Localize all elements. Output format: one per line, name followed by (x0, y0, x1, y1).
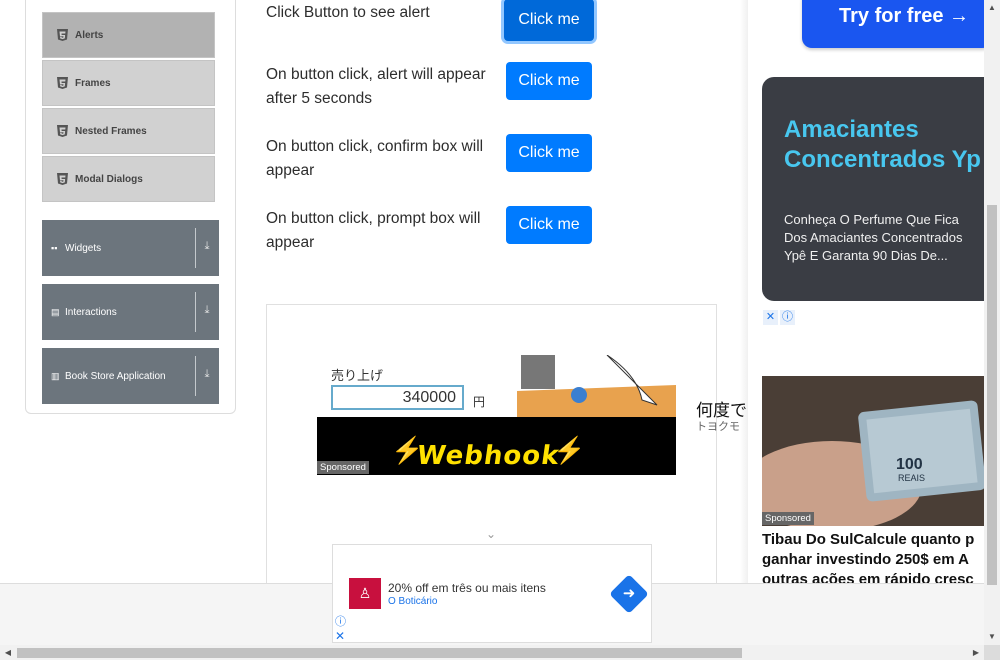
sidebar-item-nested-frames[interactable]: Nested Frames (42, 108, 215, 154)
sidebar-item-label: Modal Dialogs (75, 173, 143, 185)
html5-icon (57, 173, 68, 185)
close-icon[interactable]: ✕ (335, 629, 345, 643)
arrow-right-icon: ➜ (622, 585, 636, 602)
sidebar-item-alerts[interactable]: Alerts (42, 12, 215, 58)
timer-alert-button[interactable]: Click me (506, 62, 592, 100)
divider (195, 356, 196, 396)
ad-title-line: Concentrados Yp (784, 146, 981, 173)
sidebar-item-label: Frames (75, 77, 111, 89)
close-icon[interactable]: ✕ (763, 310, 778, 325)
try-for-free-button[interactable]: Try for free → (802, 0, 992, 48)
html5-icon (57, 29, 68, 41)
ad-column-shadow (740, 0, 748, 585)
webhook-ad-banner[interactable]: 売り上げ 340000 円 ⚡ Webhook ⚡ Sponsored (317, 355, 676, 475)
sponsored-tag: Sponsored (762, 512, 814, 525)
ad-title-line: Amaciantes (784, 116, 919, 143)
sidebar-group-interactions[interactable]: ▤ Interactions ⤓ (42, 284, 219, 340)
prompt-button[interactable]: Click me (506, 206, 592, 244)
sidebar-group-widgets[interactable]: ▪▪ Widgets ⤓ (42, 220, 219, 276)
ad-choices[interactable]: ✕ ⓘ (763, 310, 795, 325)
boticario-ad[interactable]: ♙ 20% off em três ou mais itens O Boticá… (332, 544, 652, 643)
prompt-label: On button click, prompt box will appear (266, 210, 481, 251)
scroll-left-icon[interactable]: ◀ (0, 645, 16, 660)
grid-icon: ▪▪ (51, 243, 58, 253)
scroll-thumb[interactable] (17, 648, 742, 658)
alert-button[interactable]: Click me (504, 0, 594, 41)
sidebar-group-label: Widgets (65, 242, 102, 254)
ad-description: Conheça O Perfume Que Fica Dos Amaciante… (784, 212, 963, 263)
scrollbar-corner (984, 645, 1000, 660)
bill-sub: REAIS (898, 473, 926, 483)
ad-title: Amaciantes Concentrados Yp (784, 115, 992, 175)
ad-field-value: 340000 (331, 385, 464, 410)
timer-alert-label: On button click, alert will appear after… (266, 66, 486, 107)
sidebar-item-label: Nested Frames (75, 125, 147, 137)
headline-line: ganhar investindo 250$ em A (762, 551, 970, 568)
page-root: Alerts Frames Nested Frames Modal Dialog… (0, 0, 1000, 660)
download-icon: ⤓ (204, 368, 210, 380)
sidebar-group-label: Interactions (65, 306, 117, 318)
bill-value: 100 (896, 456, 923, 473)
divider (195, 292, 196, 332)
ad-field-label: 売り上げ (331, 368, 384, 383)
alert-label: Click Button to see alert (266, 4, 430, 21)
horizontal-scrollbar[interactable]: ◀ ▶ (0, 645, 984, 660)
ad-logo: Webhook (414, 441, 562, 471)
divider (195, 228, 196, 268)
boticario-logo-icon: ♙ (349, 578, 381, 609)
download-icon: ⤓ (204, 304, 210, 316)
download-icon: ⤓ (204, 240, 210, 252)
bolt-icon: ⚡ (553, 435, 586, 465)
scroll-thumb[interactable] (987, 205, 997, 585)
ypee-ad-card[interactable]: Amaciantes Concentrados Yp Conheça O Per… (762, 77, 992, 301)
sidebar-item-frames[interactable]: Frames (42, 60, 215, 106)
chevron-down-icon[interactable]: ⌄ (484, 527, 498, 541)
headline-line: Tibau Do SulCalcule quanto p (762, 531, 975, 548)
scroll-down-icon[interactable]: ▼ (984, 629, 1000, 645)
scroll-up-icon[interactable]: ▲ (984, 0, 1000, 16)
info-icon[interactable]: ⓘ (780, 310, 795, 325)
sidebar-group-label: Book Store Application (65, 370, 166, 382)
books-icon: ▥ (51, 370, 60, 381)
html5-icon (57, 77, 68, 89)
ad-side-subtitle: トヨクモ (696, 421, 740, 433)
confirm-button[interactable]: Click me (506, 134, 592, 172)
money-ad-image[interactable]: 100 REAIS Sponsored (762, 376, 984, 526)
sidebar-item-modal-dialogs[interactable]: Modal Dialogs (42, 156, 215, 202)
sidebar-group-book-store[interactable]: ▥ Book Store Application ⤓ (42, 348, 219, 404)
html5-icon (57, 125, 68, 137)
go-arrow-button[interactable]: ➜ (609, 574, 649, 614)
ad-title: 20% off em três ou mais itens (388, 581, 546, 595)
news-headline[interactable]: Tibau Do SulCalcule quanto p ganhar inve… (762, 530, 992, 590)
ad-brand: O Boticário (388, 596, 438, 607)
info-icon[interactable]: ⓘ (335, 613, 346, 629)
scroll-right-icon[interactable]: ▶ (968, 645, 984, 660)
confirm-label: On button click, confirm box will appear (266, 138, 484, 179)
ad-illustration (517, 355, 676, 417)
list-icon: ▤ (51, 306, 60, 317)
sidebar-item-label: Alerts (75, 29, 104, 41)
sponsored-tag: Sponsored (317, 461, 369, 474)
ad-field-unit: 円 (473, 395, 486, 409)
vertical-scrollbar[interactable]: ▲ ▼ (984, 0, 1000, 645)
